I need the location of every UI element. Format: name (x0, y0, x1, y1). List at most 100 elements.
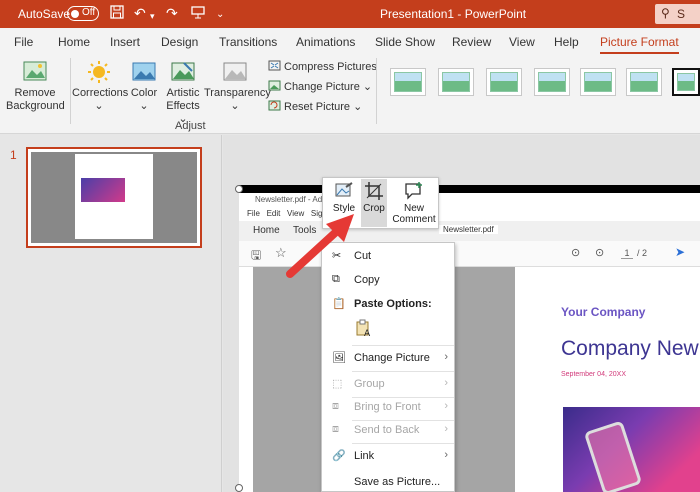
tab-animations[interactable]: Animations (296, 35, 355, 49)
change-picture-label: Change Picture (284, 81, 360, 93)
thumbnail-image (31, 152, 197, 243)
resize-handle-top-left[interactable] (235, 185, 243, 193)
tab-picture-format[interactable]: Picture Format (600, 35, 679, 55)
page-current: 1 (621, 248, 633, 259)
chevron-down-icon: ⌄ (139, 100, 149, 112)
company-heading: Company New (561, 337, 699, 360)
acrobat-menu-edit: Edit (266, 209, 281, 218)
crop-label: Crop (363, 203, 385, 214)
style-preview (630, 72, 658, 92)
picture-style-6[interactable] (626, 68, 662, 96)
adjust-group-label: Adjust (175, 120, 206, 132)
group-label: Group (354, 378, 385, 390)
search-box[interactable]: ⚲ S (655, 4, 700, 24)
pdf-page: Your Company Company New September 04, 2… (515, 267, 700, 492)
new-comment-label-1: New (403, 203, 424, 214)
paste-icon: 📋 (332, 298, 346, 310)
menu-item-bring-to-front: ⧈ Bring to Front › (322, 396, 456, 418)
thumbnail-document (75, 154, 133, 239)
picture-style-5[interactable] (580, 68, 616, 96)
send-to-back-icon: ⧈ (332, 423, 339, 435)
autosave-toggle[interactable]: Off (67, 6, 99, 21)
group-icon: ⬚ (332, 378, 343, 390)
picture-style-3[interactable] (486, 68, 522, 96)
acrobat-doc-tab: Newsletter.pdf (439, 225, 498, 234)
arrow-shaft (286, 228, 340, 278)
reset-picture-label: Reset Picture (284, 101, 351, 113)
acrobat-title: Newsletter.pdf - Ado (239, 193, 700, 207)
save-as-picture-label: Save as Picture... (354, 476, 441, 488)
color-button[interactable]: Color ⌄ (128, 60, 160, 113)
link-icon: 🔗 (332, 450, 346, 462)
paste-options-header: 📋 Paste Options: (322, 293, 456, 315)
artistic-effects-icon (171, 62, 195, 81)
artistic-effects-label-1: Artistic (166, 87, 200, 99)
artistic-effects-label-2: Effects (166, 100, 200, 112)
tab-help[interactable]: Help (554, 35, 579, 49)
tab-transitions[interactable]: Transitions (219, 35, 277, 49)
menu-item-link[interactable]: 🔗 Link › (322, 445, 456, 467)
page-total: / 2 (637, 248, 648, 258)
transparency-button[interactable]: Transparency ⌄ (204, 60, 271, 113)
picture-style-2[interactable] (438, 68, 474, 96)
corrections-button[interactable]: Corrections ⌄ (72, 60, 128, 113)
chevron-right-icon: › (444, 351, 448, 363)
separator (352, 371, 454, 372)
chevron-down-icon: ⌄ (94, 100, 104, 112)
tab-home[interactable]: Home (58, 35, 90, 49)
cursor-icon: ➤ (675, 245, 686, 259)
menu-item-group: ⬚ Group › (322, 373, 456, 395)
save-icon[interactable] (110, 5, 124, 22)
picture-style-7[interactable] (672, 68, 700, 96)
paste-picture-option[interactable]: A (354, 319, 374, 339)
save-icon: 🖫 (251, 248, 262, 262)
redo-icon[interactable]: ↷ (166, 5, 178, 21)
page-down-icon: ⊙ (595, 247, 605, 259)
compress-pictures-label: Compress Pictures (284, 61, 377, 73)
page-up-icon: ⊙ (571, 247, 581, 259)
search-text: S (677, 7, 686, 21)
svg-text:A: A (364, 329, 371, 339)
artistic-effects-button[interactable]: Artistic Effects ⌄ (162, 60, 204, 126)
picture-style-1[interactable] (390, 68, 426, 96)
present-icon[interactable] (191, 5, 205, 22)
compress-icon (268, 60, 281, 71)
customize-toolbar-icon[interactable]: ⌄ (216, 7, 224, 23)
tab-file[interactable]: File (14, 35, 33, 49)
picture-style-4[interactable] (534, 68, 570, 96)
change-picture-button[interactable]: Change Picture ⌄ (268, 80, 372, 93)
transparency-label: Transparency (204, 87, 271, 99)
acrobat-menu-file: File (247, 209, 260, 218)
undo-dropdown-icon[interactable]: ▾ (150, 8, 155, 24)
slide-thumbnail[interactable] (26, 147, 202, 248)
new-comment-label-2: Comment (392, 214, 436, 225)
style-preview (538, 72, 566, 92)
autosave-state: Off (82, 7, 96, 18)
thumbnail-sidebar (133, 154, 153, 239)
crop-button[interactable]: Crop (361, 179, 387, 227)
remove-background-label-1: Remove (14, 87, 56, 99)
bring-to-front-label: Bring to Front (354, 401, 421, 413)
remove-background-button[interactable]: Remove Background (6, 60, 65, 113)
newsletter-hero-image (563, 407, 700, 492)
reset-picture-button[interactable]: Reset Picture ⌄ (268, 100, 362, 113)
tab-view[interactable]: View (509, 35, 535, 49)
resize-handle-bottom-left[interactable] (235, 484, 243, 492)
menu-item-change-picture[interactable]: 🖼 Change Picture › (322, 347, 456, 369)
chevron-down-icon: ⌄ (362, 81, 373, 93)
compress-pictures-button[interactable]: Compress Pictures (268, 60, 377, 73)
menu-item-save-as-picture[interactable]: Save as Picture... (322, 471, 456, 492)
chevron-down-icon: ⌄ (230, 100, 240, 112)
comment-icon (405, 182, 422, 200)
tab-insert[interactable]: Insert (110, 35, 140, 49)
undo-icon[interactable]: ↶ (134, 5, 146, 21)
new-comment-button[interactable]: New Comment (391, 181, 437, 225)
tab-design[interactable]: Design (161, 35, 198, 49)
paste-picture-icon: A (356, 319, 371, 339)
link-label: Link (354, 450, 375, 462)
tab-slide-show[interactable]: Slide Show (375, 35, 435, 49)
tab-review[interactable]: Review (452, 35, 491, 49)
style-preview (442, 72, 470, 92)
style-preview (394, 72, 422, 92)
divider (376, 58, 377, 124)
